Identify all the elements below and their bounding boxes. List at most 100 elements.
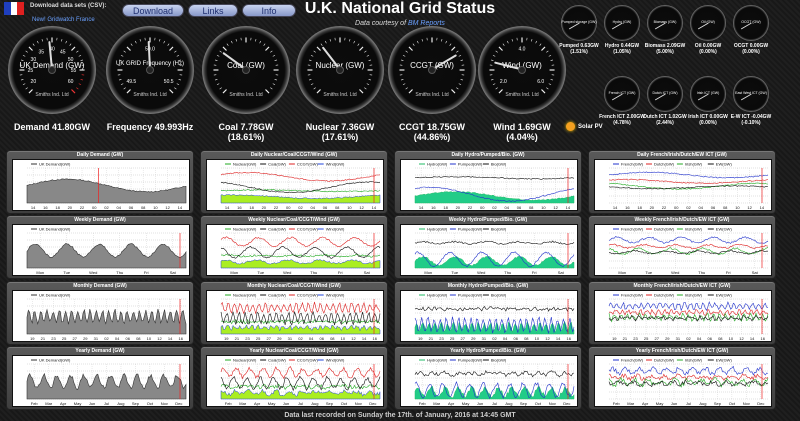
x-tick-label: 10 [153,205,158,210]
gauge-readout: Frequency 49.993Hz [95,122,205,132]
x-tick-label: 08 [330,336,335,341]
x-tick-label: 10 [347,205,352,210]
x-tick-label: 12 [747,205,752,210]
legend-label: French(GW) [621,162,644,167]
gauge-tick [324,40,327,44]
chart-title: Yearly Demand (GW) [75,348,125,354]
mini-gauge-readout: Pumped 0.63GW (1.51%) [555,43,603,55]
chart-title: Monthly French/Irish/Dutch/EW ICT (GW) [633,283,731,289]
demand-series [26,308,187,335]
gauge-tick [272,83,276,86]
x-tick-label: Apr [254,401,261,406]
readout-line: (0.00%) [699,49,717,55]
x-tick-label: May [268,401,276,406]
chart-plot[interactable]: Mon Tue Wed Thu Fri Sat UK Demand(GW) [12,224,190,276]
x-tick-label: Thu [698,270,705,275]
gauge-tick [546,50,549,53]
x-tick-label: 29 [471,336,476,341]
mini-gauge-readout: French ICT 2.00GW (4.78%) [598,114,646,126]
legend-label: CCGT(GW) [297,293,319,298]
x-tick-label: Oct [341,401,348,406]
x-tick-label: 08 [723,205,728,210]
readout-line: (5.00%) [656,49,674,55]
gauge-tick [25,87,28,90]
gauge-tick [20,79,24,81]
mini-gauge-readout: Hydro 0.44GW (1.05%) [598,43,646,55]
gauge-tick [308,79,312,81]
gauge-0: 20 25 30 35 40 45 50 55 60 UK Demand (GW) Smiths I… [8,26,96,114]
chart-plot[interactable]: 14 16 18 20 22 00 02 04 06 08 10 12 14 UK Demand(GW) [12,159,190,211]
x-tick-label: 20 [68,205,73,210]
gauge-tick [546,87,549,90]
x-tick-label: 12 [359,205,364,210]
chart-plot[interactable]: Feb Mar Apr May Jun Jul Aug Sep Oct Nov Dec Hydro(G… [400,355,578,407]
chart-plot[interactable]: Mon Tue Wed Thu Fri Sat French(GW) Dutch(GW) Iri… [594,224,772,276]
x-tick-label: 08 [335,205,340,210]
chart-panel: Weekly Nuclear/Coal/CCGT/Wind (GW) Mon Tue… [200,215,388,279]
chart-panel: Daily Nuclear/Coal/CCGT/Wind (GW) 14 16 18 2… [200,150,388,214]
chart-panel: Weekly French/Irish/Dutch/EW ICT (GW) Mon… [588,215,776,279]
chart-plot[interactable]: 14 16 18 20 22 00 02 04 06 08 10 12 14 French(GW) Dutc… [594,159,772,211]
chart-plot[interactable]: 19 21 23 25 27 29 31 02 04 06 08 10 12 14 16 Hydro(GW) P… [400,290,578,342]
x-tick-label: 10 [147,336,152,341]
x-tick-label: Dec [369,401,376,406]
readout-line: (1.05%) [613,49,631,55]
x-tick-label: 14 [168,336,173,341]
gauge-tick [71,46,76,51]
chart-plot[interactable]: 19 21 23 25 27 29 31 02 04 06 08 10 12 14 16 French(GW)… [594,290,772,342]
legend-label: Pumped(GW) [458,293,483,298]
legend-label: Coal(GW) [268,162,286,167]
readout-line: Demand 41.80GW [13,122,91,132]
gauge-hub [428,66,436,74]
chart-plot[interactable]: Mon Tue Wed Thu Fri Sat Nuclear(GW) Coal(GW) CCG… [206,224,384,276]
chart-plot[interactable]: 14 16 18 20 22 00 02 04 06 08 10 12 14 Hydro(GW) Pumpe… [400,159,578,211]
x-tick-label: 16 [760,336,765,341]
gauge-tick [22,54,26,57]
legend-label: EW(GW) [716,227,733,232]
chart-plot[interactable]: 19 21 23 25 27 29 31 02 04 06 08 10 12 14 16 UK Demand(… [12,290,190,342]
chart-plot[interactable]: 19 21 23 25 27 29 31 02 04 06 08 10 12 14 16 Nuclear(GW… [206,290,384,342]
gauge-tick [441,38,443,42]
solar-pv-label: Solar PV [578,124,603,130]
x-tick-label: 16 [372,336,377,341]
legend-label: Bio(GW) [491,227,507,232]
legend-label: Hydro(GW) [427,293,448,298]
x-tick-label: Mar [239,401,247,406]
legend-label: Irish(GW) [685,227,703,232]
gauge-tick [329,38,331,42]
wind-series [220,194,381,204]
x-tick-label: Tue [451,270,459,275]
x-tick-label: 02 [298,205,303,210]
x-tick-label: Oct [729,401,736,406]
chart-plot[interactable]: Feb Mar Apr May Jun Jul Aug Sep Oct Nov Dec UK Dema… [12,355,190,407]
x-tick-label: 21 [623,336,628,341]
x-tick-label: 14 [372,205,377,210]
gauge-tick [402,83,406,86]
x-tick-label: 14 [556,336,561,341]
chart-svg: 14 16 18 20 22 00 02 04 06 08 10 12 14 French(GW) Dutc… [608,162,769,210]
gauge-tick [219,87,222,90]
gauge-tick [41,38,43,42]
chart-plot[interactable]: Feb Mar Apr May Jun Jul Aug Sep Oct Nov Dec French(… [594,355,772,407]
gauge-hub [48,66,56,74]
x-tick-label: Nov [743,401,750,406]
legend-label: UK Demand(GW) [39,227,71,232]
chart-svg: 14 16 18 20 22 00 02 04 06 08 10 12 14 Hydro(GW) Pumpe… [414,162,575,210]
legend-label: UK Demand(GW) [39,358,71,363]
x-tick-label: 02 [104,205,109,210]
gauge-tick [313,50,316,53]
x-tick-label: Fri [144,270,149,275]
readout-line: Wind 1.69GW [493,122,551,132]
chart-plot[interactable]: Mon Tue Wed Thu Fri Sat Hydro(GW) Pumped(GW) Bio… [400,224,578,276]
x-tick-label: May [656,401,664,406]
chart-panel: Monthly Hydro/Pumped/Bio. (GW) 19 21 23 25 27… [394,281,582,345]
chart-plot[interactable]: Feb Mar Apr May Jun Jul Aug Sep Oct Nov Dec Nuclear… [206,355,384,407]
x-tick-label: 19 [224,336,229,341]
gauge-tick [320,43,323,46]
chart-svg: 19 21 23 25 27 29 31 02 04 06 08 10 12 14 16 French(GW)… [608,293,769,341]
chart-title: Daily Hydro/Pumped/Bio. (GW) [451,152,525,158]
legend-label: Coal(GW) [268,293,286,298]
chart-plot[interactable]: 14 16 18 20 22 00 02 04 06 08 10 12 14 Nuclear(GW) Coa… [206,159,384,211]
x-tick-label: Mar [433,401,441,406]
gauge-tick [458,83,462,86]
